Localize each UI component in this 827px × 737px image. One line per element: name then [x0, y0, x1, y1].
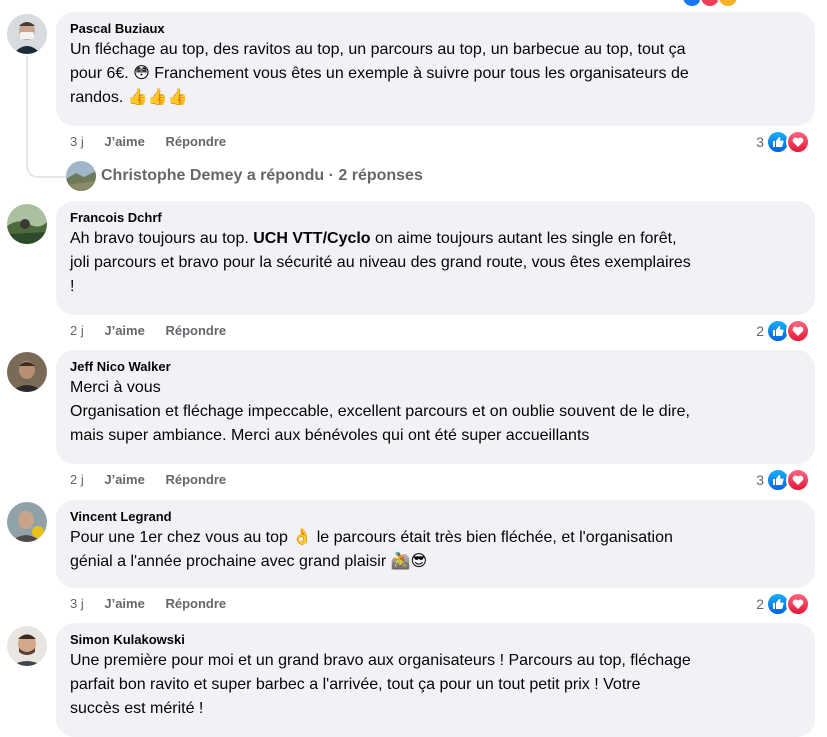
reaction-summary[interactable]: 2: [756, 592, 810, 616]
love-reaction-icon: [786, 468, 810, 492]
reaction-summary[interactable]: 3: [756, 468, 810, 492]
like-button[interactable]: J’aime: [104, 134, 144, 149]
comment-actions: 2 j J’aime Répondre: [70, 323, 243, 339]
comment-text: Un fléchage au top, des ravitos au top, …: [70, 38, 801, 110]
comment-text-line: mais super ambiance. Merci aux bénévoles…: [70, 427, 590, 444]
thread-connector: [26, 56, 66, 178]
like-button[interactable]: J’aime: [104, 596, 144, 611]
comment-text-line: joli parcours et bravo pour la sécurité …: [70, 254, 691, 271]
comment-text: Ah bravo toujours au top. UCH VTT/Cyclo …: [70, 227, 801, 299]
comment-text-line: Merci à vous: [70, 379, 161, 396]
comment-timestamp[interactable]: 3 j: [70, 596, 84, 611]
comment-text-line: succès est mérité !: [70, 700, 204, 717]
reply-button[interactable]: Répondre: [165, 596, 226, 611]
view-replies-link[interactable]: Christophe Demey a répondu · 2 réponses: [66, 160, 423, 192]
comment-timestamp[interactable]: 2 j: [70, 323, 84, 338]
reply-button[interactable]: Répondre: [165, 472, 226, 487]
avatar[interactable]: [7, 502, 47, 542]
comment-text-line: génial a l'année prochaine avec grand pl…: [70, 553, 428, 570]
comment-text-line: randos. 👍👍👍: [70, 89, 188, 106]
like-button[interactable]: J’aime: [104, 472, 144, 487]
replies-summary[interactable]: Christophe Demey a répondu · 2 réponses: [101, 167, 423, 185]
reply-button[interactable]: Répondre: [165, 323, 226, 338]
comment-text-segment: on aime toujours autant les single en fo…: [370, 230, 677, 247]
like-button[interactable]: J’aime: [104, 323, 144, 338]
haha-icon: [717, 0, 739, 8]
comment-actions: 3 j J’aime Répondre: [70, 134, 243, 150]
reply-button[interactable]: Répondre: [165, 134, 226, 149]
comment-text: Une première pour moi et un grand bravo …: [70, 649, 801, 721]
reaction-icons-cropped: [681, 0, 739, 8]
comment-author[interactable]: Jeff Nico Walker: [70, 358, 801, 376]
comment-actions: 2 j J’aime Répondre: [70, 472, 243, 488]
comment-author[interactable]: Vincent Legrand: [70, 508, 801, 526]
comment-bubble: Jeff Nico Walker Merci à vous Organisati…: [56, 350, 815, 464]
comment-text-line: Un fléchage au top, des ravitos au top, …: [70, 41, 686, 58]
comment-text-line: Organisation et fléchage impeccable, exc…: [70, 403, 690, 420]
comment-text-line: parfait bon ravito et super barbec a l'a…: [70, 676, 641, 693]
love-reaction-icon: [786, 592, 810, 616]
comment-text: Merci à vous Organisation et fléchage im…: [70, 376, 801, 448]
comment-author[interactable]: Francois Dchrf: [70, 209, 801, 227]
reaction-count: 2: [756, 323, 764, 339]
comment-text-line: Pour une 1er chez vous au top 👌 le parco…: [70, 529, 673, 546]
avatar[interactable]: [7, 626, 47, 666]
comment-text-segment: Ah bravo toujours au top.: [70, 230, 254, 247]
comment-text-line: pour 6€. 😳 Franchement vous êtes un exem…: [70, 65, 689, 82]
comment-timestamp[interactable]: 3 j: [70, 134, 84, 149]
page-mention-link[interactable]: UCH VTT/Cyclo: [253, 230, 370, 247]
avatar[interactable]: [7, 14, 47, 54]
comment-bubble: Pascal Buziaux Un fléchage au top, des r…: [56, 12, 815, 126]
comment-bubble: Francois Dchrf Ah bravo toujours au top.…: [56, 201, 815, 315]
comment-bubble: Vincent Legrand Pour une 1er chez vous a…: [56, 500, 815, 588]
comment-bubble: Simon Kulakowski Une première pour moi e…: [56, 623, 815, 737]
comment-author[interactable]: Simon Kulakowski: [70, 631, 801, 649]
replier-avatar: [66, 161, 96, 191]
avatar[interactable]: [7, 204, 47, 244]
comment-text-line: Ah bravo toujours au top. UCH VTT/Cyclo …: [70, 227, 801, 251]
comment-timestamp[interactable]: 2 j: [70, 472, 84, 487]
avatar[interactable]: [7, 352, 47, 392]
comment-text-line: !: [70, 278, 75, 295]
comment-author[interactable]: Pascal Buziaux: [70, 20, 801, 38]
comment-text-line: Une première pour moi et un grand bravo …: [70, 652, 691, 669]
comment-actions: 3 j J’aime Répondre: [70, 596, 243, 612]
reaction-summary[interactable]: 2: [756, 319, 810, 343]
reaction-summary[interactable]: 3: [756, 130, 810, 154]
love-reaction-icon: [786, 319, 810, 343]
reaction-count: 3: [756, 472, 764, 488]
comment-text: Pour une 1er chez vous au top 👌 le parco…: [70, 526, 801, 574]
reaction-count: 2: [756, 596, 764, 612]
love-reaction-icon: [786, 130, 810, 154]
reaction-count: 3: [756, 134, 764, 150]
